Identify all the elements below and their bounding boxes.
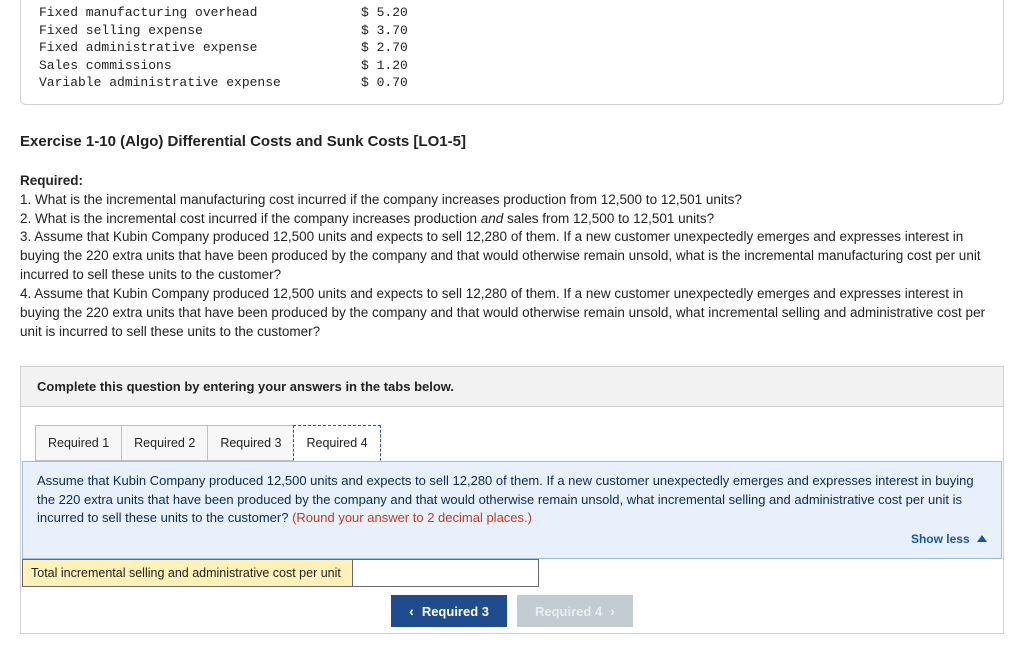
answer-input[interactable] (361, 564, 530, 582)
chevron-up-icon (977, 535, 987, 542)
tab-required-2[interactable]: Required 2 (121, 425, 208, 461)
tabs: Required 1Required 2Required 3Required 4 (21, 407, 1003, 461)
answer-table: Total incremental selling and administra… (21, 559, 1003, 587)
required-item: 2. What is the incremental cost incurred… (20, 210, 1004, 229)
answer-input-cell[interactable] (353, 560, 539, 587)
cost-row: Variable administrative expense$ 0.70 (39, 74, 985, 92)
rounding-note: (Round your answer to 2 decimal places.) (292, 510, 532, 525)
show-less-label: Show less (911, 532, 970, 546)
cost-listing: Fixed manufacturing overhead$ 5.20Fixed … (20, 0, 1004, 105)
cost-row: Sales commissions$ 1.20 (39, 57, 985, 75)
required-item: 1. What is the incremental manufacturing… (20, 191, 1004, 210)
cost-label: Sales commissions (39, 57, 361, 75)
exercise-title: Exercise 1-10 (Algo) Differential Costs … (20, 133, 1004, 150)
tab-prompt: Assume that Kubin Company produced 12,50… (22, 461, 1002, 560)
cost-row: Fixed manufacturing overhead$ 5.20 (39, 4, 985, 22)
cost-row: Fixed administrative expense$ 2.70 (39, 39, 985, 57)
next-button: Required 4 › (517, 595, 633, 627)
cost-value: $ 1.20 (361, 57, 421, 75)
cost-label: Fixed manufacturing overhead (39, 4, 361, 22)
tab-required-1[interactable]: Required 1 (35, 425, 122, 461)
prev-button[interactable]: ‹ Required 3 (391, 595, 507, 627)
table-row: Total incremental selling and administra… (23, 560, 539, 587)
chevron-left-icon: ‹ (409, 603, 414, 619)
cost-label: Fixed administrative expense (39, 39, 361, 57)
cost-label: Variable administrative expense (39, 74, 361, 92)
answer-area: Complete this question by entering your … (20, 366, 1004, 635)
answer-label: Total incremental selling and administra… (23, 560, 353, 587)
cost-value: $ 2.70 (361, 39, 421, 57)
next-label: Required 4 (535, 604, 602, 619)
tab-required-4[interactable]: Required 4 (293, 425, 380, 461)
complete-instruction: Complete this question by entering your … (21, 367, 1003, 407)
show-less-toggle[interactable]: Show less (911, 531, 987, 548)
cost-value: $ 3.70 (361, 22, 421, 40)
required-block: Required: 1. What is the incremental man… (20, 172, 1004, 342)
cost-label: Fixed selling expense (39, 22, 361, 40)
required-item: 4. Assume that Kubin Company produced 12… (20, 285, 1004, 342)
required-heading: Required: (20, 172, 1004, 191)
cost-value: $ 0.70 (361, 74, 421, 92)
cost-value: $ 5.20 (361, 4, 421, 22)
nav-buttons: ‹ Required 3 Required 4 › (21, 587, 1003, 633)
required-item: 3. Assume that Kubin Company produced 12… (20, 228, 1004, 285)
cost-row: Fixed selling expense$ 3.70 (39, 22, 985, 40)
tab-required-3[interactable]: Required 3 (207, 425, 294, 461)
chevron-right-icon: › (610, 603, 615, 619)
prev-label: Required 3 (422, 604, 489, 619)
